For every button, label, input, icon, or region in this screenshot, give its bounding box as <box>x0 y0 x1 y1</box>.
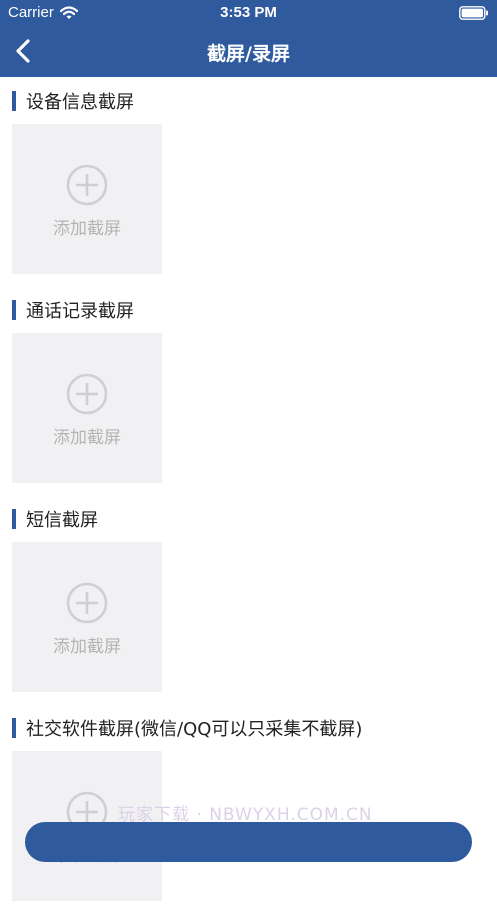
add-circle-icon <box>66 582 108 624</box>
add-circle-icon <box>66 373 108 415</box>
add-screenshot-label: 添加截屏 <box>53 428 121 448</box>
section-title: 通话记录截屏 <box>12 299 134 322</box>
bottom-action-button[interactable] <box>25 822 472 862</box>
add-screenshot-label: 添加截屏 <box>53 637 121 657</box>
section-label: 社交软件截屏(微信/QQ可以只采集不截屏) <box>26 719 363 740</box>
add-screenshot-tile[interactable]: 添加截屏 <box>12 124 162 274</box>
add-screenshot-tile[interactable]: 添加截屏 <box>12 542 162 692</box>
section-sms: 短信截屏 添加截屏 <box>0 495 497 704</box>
section-title: 设备信息截屏 <box>12 90 134 113</box>
section-label: 设备信息截屏 <box>26 92 134 113</box>
section-accent-bar <box>12 91 16 111</box>
section-call-log: 通话记录截屏 添加截屏 <box>0 286 497 495</box>
app-header: Carrier 3:53 PM 截屏/录屏 <box>0 0 497 77</box>
add-screenshot-label: 添加截屏 <box>53 219 121 239</box>
section-accent-bar <box>12 718 16 738</box>
section-accent-bar <box>12 509 16 529</box>
battery-full-icon <box>459 5 489 24</box>
add-circle-icon <box>66 164 108 206</box>
screenshot-sections: 设备信息截屏 添加截屏 通话记录截屏 添加截屏 短信截屏 添加截屏 社交软件截屏… <box>0 77 497 913</box>
add-screenshot-tile[interactable]: 添加截屏 <box>12 333 162 483</box>
section-device-info: 设备信息截屏 添加截屏 <box>0 77 497 286</box>
status-time: 3:53 PM <box>220 4 277 21</box>
page-title: 截屏/录屏 <box>207 43 290 65</box>
section-title: 社交软件截屏(微信/QQ可以只采集不截屏) <box>12 717 363 740</box>
section-accent-bar <box>12 300 16 320</box>
navigation-bar: 截屏/录屏 <box>0 26 497 77</box>
status-bar: Carrier 3:53 PM <box>0 0 497 26</box>
section-label: 通话记录截屏 <box>26 301 134 322</box>
section-title: 短信截屏 <box>12 508 98 531</box>
section-label: 短信截屏 <box>26 510 98 531</box>
